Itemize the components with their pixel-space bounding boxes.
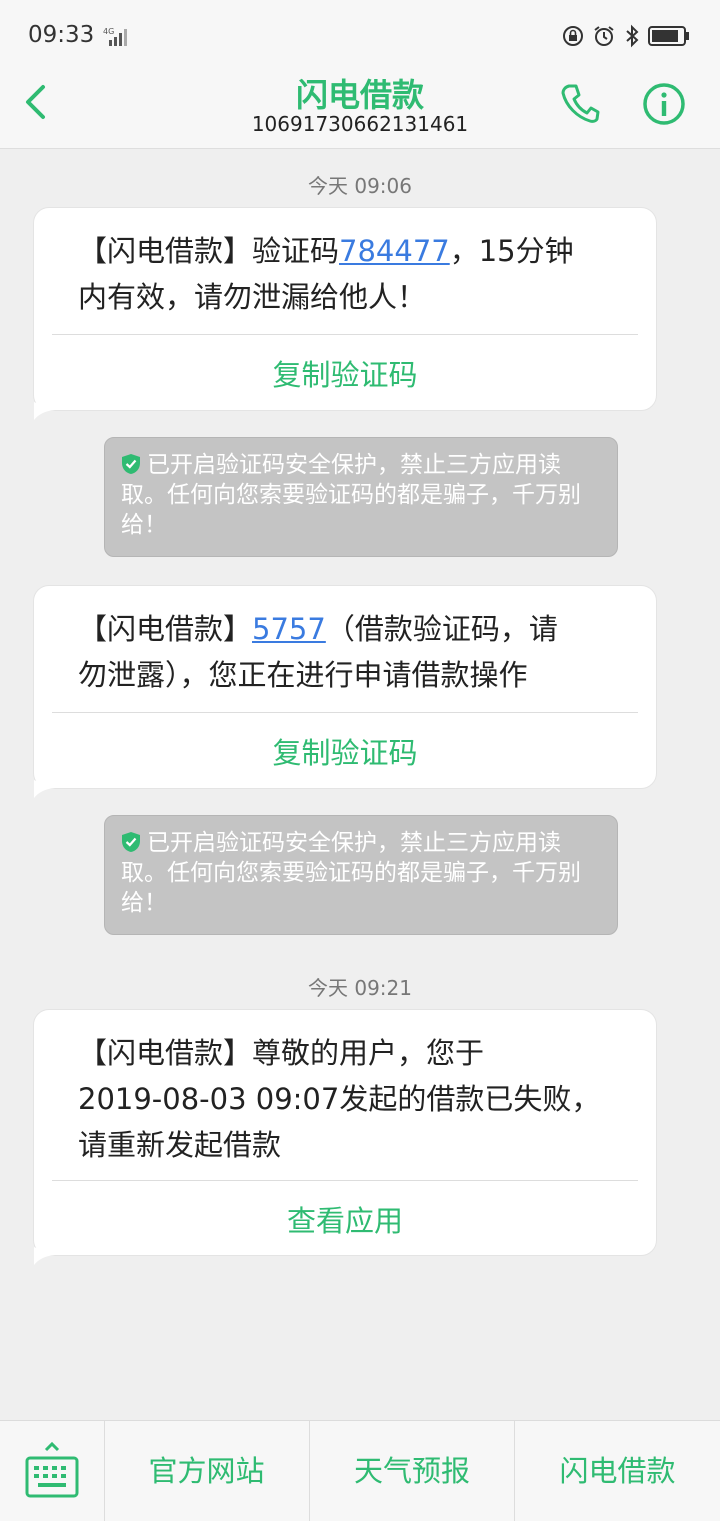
shield-check-icon	[122, 832, 140, 852]
message-text-line: 2019-08-03 09:07发起的借款已失败，	[78, 1082, 601, 1116]
security-notice-message: 已开启验证码安全保护，禁止三方应用读取。任何向您索要验证码的都是骗子，千万别给！	[121, 452, 581, 538]
status-bar: 09:33 4G	[0, 0, 720, 68]
phone-icon	[561, 84, 600, 123]
message-text: 【闪电借款】验证码784477，15分钟 内有效，请勿泄漏给他人！	[78, 228, 626, 320]
signal-icon: 4G	[103, 26, 131, 52]
bubble-tail	[34, 402, 55, 420]
copy-code-button[interactable]: 复制验证码	[34, 730, 656, 772]
info-icon	[643, 83, 685, 125]
security-notice: 已开启验证码安全保护，禁止三方应用读取。任何向您索要验证码的都是骗子，千万别给！	[104, 437, 618, 557]
message-bubble: 【闪电借款】尊敬的用户，您于 2019-08-03 09:07发起的借款已失败，…	[33, 1009, 657, 1265]
keyboard-icon	[25, 1441, 79, 1498]
message-text-line: 内有效，请勿泄漏给他人！	[78, 280, 427, 314]
message-text-prefix: 【闪电借款】验证码	[78, 234, 340, 268]
lock-rotation-icon	[563, 26, 583, 46]
app-menu-button[interactable]: 闪电借款	[515, 1421, 720, 1521]
weather-forecast-button[interactable]: 天气预报	[310, 1421, 514, 1521]
info-button[interactable]	[642, 82, 686, 130]
security-notice-text: 已开启验证码安全保护，禁止三方应用读取。任何向您索要验证码的都是骗子，千万别给！	[121, 450, 603, 540]
verification-code-link[interactable]: 5757	[252, 612, 326, 646]
svg-text:4G: 4G	[103, 27, 114, 36]
bluetooth-icon	[626, 24, 639, 48]
message-timestamp: 今天 09:21	[308, 976, 412, 1000]
status-time: 09:33	[28, 22, 95, 48]
security-notice: 已开启验证码安全保护，禁止三方应用读取。任何向您索要验证码的都是骗子，千万别给！	[104, 815, 618, 935]
alarm-icon	[594, 26, 614, 46]
sender-name: 闪电借款	[295, 76, 424, 114]
security-notice-message: 已开启验证码安全保护，禁止三方应用读取。任何向您索要验证码的都是骗子，千万别给！	[121, 830, 581, 916]
official-website-button[interactable]: 官方网站	[104, 1421, 309, 1521]
keyboard-toggle-button[interactable]	[0, 1421, 105, 1521]
message-text-suffix: ，15分钟	[449, 234, 574, 268]
message-bubble: 【闪电借款】5757（借款验证码，请 勿泄露），您正在进行申请借款操作 复制验证…	[33, 585, 657, 798]
message-text: 【闪电借款】尊敬的用户，您于 2019-08-03 09:07发起的借款已失败，…	[78, 1030, 626, 1168]
message-bubble: 【闪电借款】验证码784477，15分钟 内有效，请勿泄漏给他人！ 复制验证码	[33, 207, 657, 420]
bubble-tail	[34, 780, 55, 798]
shield-check-icon	[122, 454, 140, 474]
divider	[52, 334, 638, 335]
message-text-line: 请重新发起借款	[78, 1128, 282, 1162]
copy-code-button[interactable]: 复制验证码	[34, 352, 656, 394]
verification-code-link[interactable]: 784477	[339, 234, 450, 268]
security-notice-text: 已开启验证码安全保护，禁止三方应用读取。任何向您索要验证码的都是骗子，千万别给！	[121, 828, 603, 918]
battery-icon	[648, 26, 689, 46]
message-text-line: 勿泄露），您正在进行申请借款操作	[78, 658, 528, 692]
message-text: 【闪电借款】5757（借款验证码，请 勿泄露），您正在进行申请借款操作	[78, 606, 626, 698]
message-text-line: 【闪电借款】尊敬的用户，您于	[78, 1036, 485, 1070]
divider	[52, 1180, 638, 1181]
divider	[52, 712, 638, 713]
call-button[interactable]	[560, 82, 600, 128]
bubble-tail	[34, 1247, 55, 1265]
conversation-header: 闪电借款 10691730662131461	[0, 68, 720, 149]
message-timestamp: 今天 09:06	[308, 174, 412, 198]
message-text-suffix: （借款验证码，请	[325, 612, 558, 646]
sender-number: 10691730662131461	[251, 112, 469, 136]
status-icons	[562, 24, 690, 48]
quick-menu-bar: 官方网站 天气预报 闪电借款	[0, 1420, 720, 1521]
message-text-prefix: 【闪电借款】	[78, 612, 253, 646]
view-app-button[interactable]: 查看应用	[34, 1198, 656, 1240]
